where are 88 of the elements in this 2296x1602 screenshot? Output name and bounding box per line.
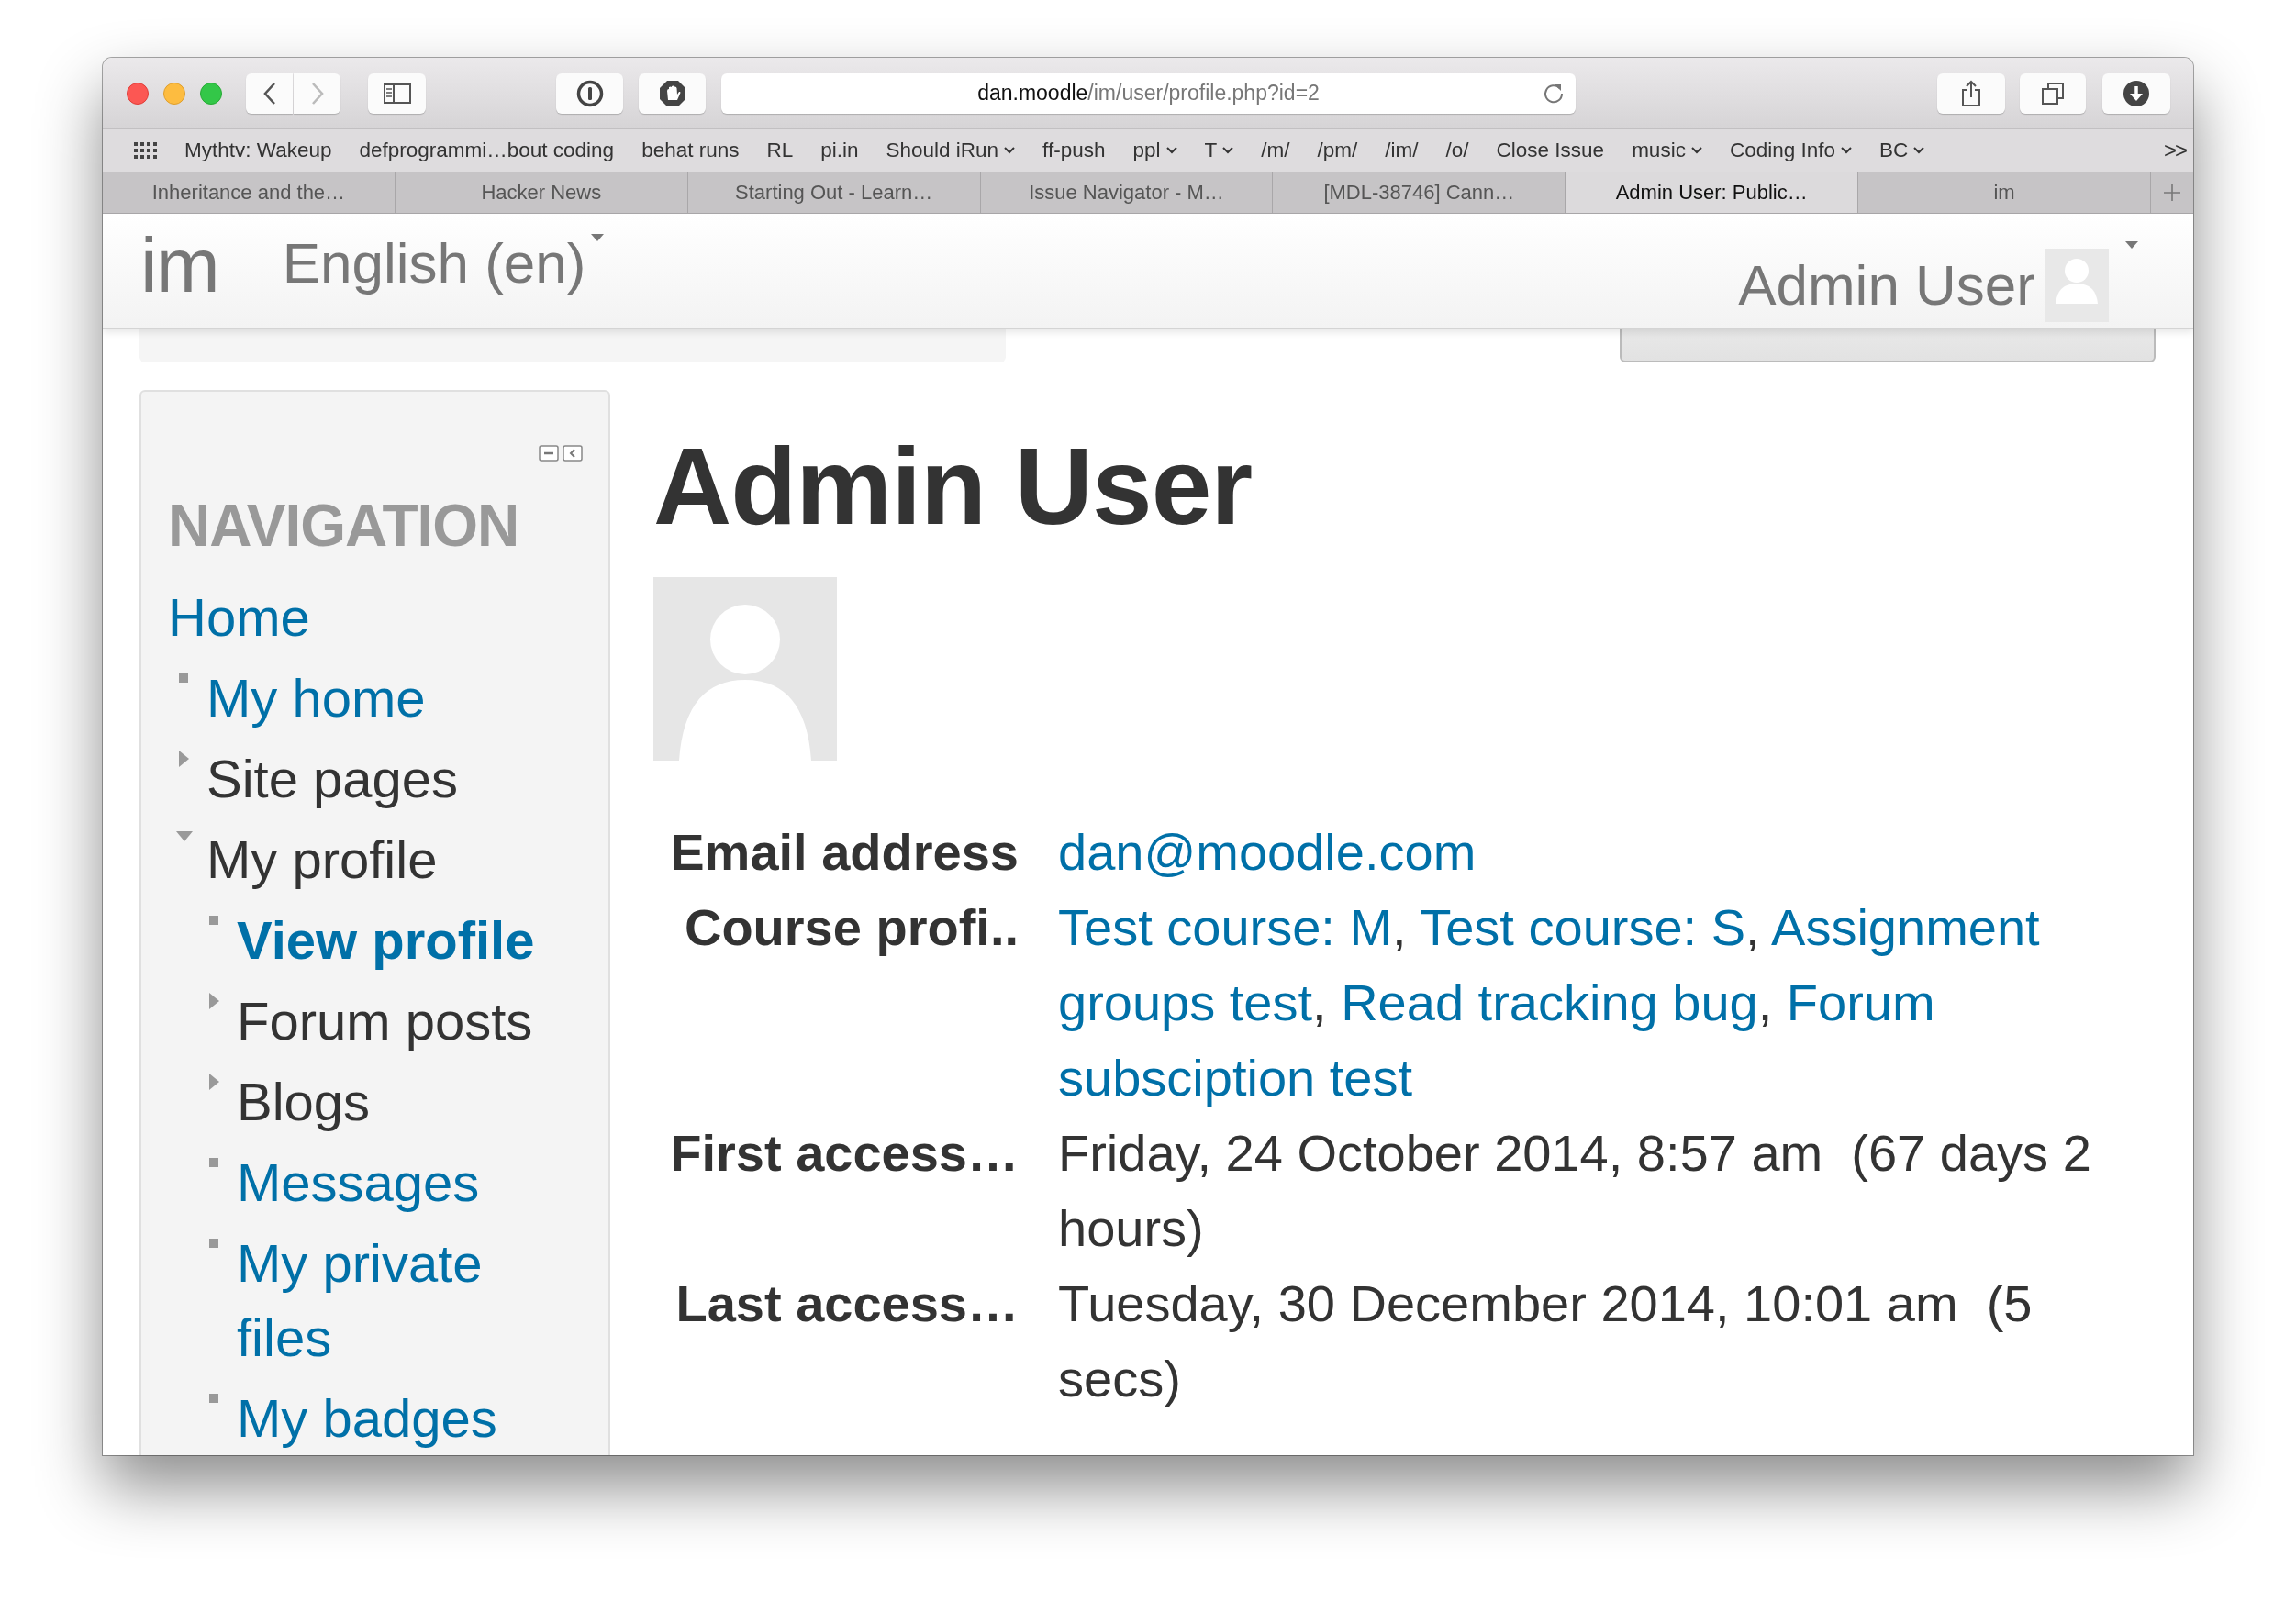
field-label: First access… — [669, 1123, 1019, 1184]
field-value: Friday, 24 October 2014, 8:57 am (67 days 2 hours) — [1058, 1123, 2092, 1259]
browser-tab[interactable]: Issue Navigator - M… — [980, 172, 1274, 213]
field-label: Course profi.. — [683, 897, 1019, 958]
field-label: Last access… — [674, 1274, 1019, 1334]
bookmark-item[interactable]: behat runs — [641, 139, 740, 162]
share-icon — [1960, 79, 1982, 107]
nav-link[interactable]: My home — [206, 661, 426, 735]
chevron-down-icon — [1841, 147, 1852, 154]
collapsed-icon[interactable] — [209, 1074, 219, 1090]
more-bookmarks-button[interactable]: >> — [2163, 138, 2186, 163]
close-button[interactable] — [127, 82, 149, 105]
bookmark-item[interactable]: pi.in — [820, 139, 859, 162]
chevron-down-icon — [1165, 147, 1177, 154]
bullet-icon — [209, 1158, 218, 1167]
nav-item[interactable]: My profile — [206, 822, 438, 896]
bookmark-item[interactable]: /o/ — [1445, 139, 1469, 162]
bookmark-item[interactable]: ppl — [1132, 139, 1177, 162]
chevron-down-icon — [1004, 147, 1016, 154]
dock-icon[interactable] — [563, 445, 583, 462]
field-label: Email address — [669, 822, 1019, 883]
minimize-icon[interactable] — [539, 445, 559, 462]
bookmark-item[interactable]: /im/ — [1385, 139, 1419, 162]
chevron-down-icon — [1913, 147, 1925, 154]
downloads-button[interactable] — [2102, 72, 2170, 114]
hand-icon — [658, 79, 686, 107]
course-list: Test course: M, Test course: S, Assignment groups test, Read tracking bug, Forum subsciption test — [1058, 890, 2147, 1116]
nav-link[interactable]: Home — [168, 580, 310, 654]
nav-item[interactable]: Site pages — [206, 741, 459, 816]
bullet-icon — [179, 673, 188, 683]
block-title: NAVIGATION — [168, 492, 520, 561]
chevron-down-icon — [1222, 147, 1234, 154]
bookmark-item[interactable]: Coding Info — [1729, 139, 1852, 162]
nav-link[interactable]: My badges — [237, 1381, 497, 1455]
field-link[interactable]: dan@moodle.com — [1058, 815, 2147, 890]
bookmark-item[interactable]: defprogrammi…bout coding — [359, 139, 615, 162]
nav-link[interactable]: Messages — [237, 1145, 480, 1219]
nav-link[interactable]: My private files — [237, 1226, 590, 1374]
back-button[interactable] — [246, 72, 293, 114]
bookmark-item[interactable]: /pm/ — [1317, 139, 1358, 162]
bookmark-item[interactable]: ff-push — [1042, 139, 1106, 162]
apps-grid-icon[interactable] — [134, 142, 157, 159]
browser-tab[interactable]: Starting Out - Learn… — [687, 172, 981, 213]
sidebar-icon — [383, 83, 411, 104]
bullet-icon — [209, 916, 218, 925]
sidebar-button[interactable] — [368, 72, 426, 114]
back-icon — [262, 81, 277, 106]
browser-tab[interactable]: im — [1858, 172, 2151, 213]
bullet-icon — [209, 1394, 218, 1403]
caret-icon[interactable] — [2125, 241, 2138, 249]
bookmark-item[interactable]: BC — [1879, 139, 1925, 162]
tabs-button[interactable] — [2020, 72, 2086, 114]
collapsed-icon[interactable] — [179, 751, 189, 767]
expanded-icon[interactable] — [176, 831, 193, 841]
page-title: Admin User — [653, 425, 1254, 549]
bookmark-item[interactable]: Mythtv: Wakeup — [184, 139, 332, 162]
keyhole-icon — [575, 79, 604, 107]
browser-tab[interactable]: Inheritance and the… — [103, 172, 396, 213]
download-icon — [2123, 79, 2150, 107]
address-bar[interactable]: dan.moodle/im/user/profile.php?id=2 — [721, 72, 1576, 114]
nav-link[interactable]: View profile — [237, 903, 535, 977]
plus-icon — [2163, 184, 2181, 202]
share-button[interactable] — [1937, 72, 2005, 114]
browser-tab[interactable]: Admin User: Public… — [1566, 172, 1859, 213]
bookmark-item[interactable]: /m/ — [1261, 139, 1290, 162]
zoom-button[interactable] — [200, 82, 222, 105]
url-text: dan.moodle/im/user/profile.php?id=2 — [977, 81, 1320, 106]
bookmark-item[interactable]: T — [1204, 139, 1234, 162]
collapsed-icon[interactable] — [209, 993, 219, 1009]
bookmark-item[interactable]: music — [1632, 139, 1702, 162]
caret-icon — [591, 234, 605, 241]
bookmark-item[interactable]: Close Issue — [1496, 139, 1605, 162]
tabs-icon — [2041, 81, 2065, 106]
bookmark-item[interactable]: Should iRun — [886, 139, 1016, 162]
site-name[interactable]: im — [140, 221, 218, 309]
language-menu[interactable]: English (en) — [282, 230, 586, 296]
user-menu[interactable]: Admin User — [1738, 252, 2035, 318]
nav-item[interactable]: Forum posts — [237, 984, 533, 1058]
bookmark-item[interactable]: RL — [766, 139, 794, 162]
forward-icon — [309, 81, 325, 106]
reload-icon[interactable] — [1543, 82, 1565, 105]
password-button[interactable] — [556, 72, 623, 114]
bullet-icon — [209, 1239, 218, 1248]
chevron-down-icon — [1690, 147, 1702, 154]
browser-tab[interactable]: Hacker News — [395, 172, 688, 213]
nav-item[interactable]: Blogs — [237, 1064, 371, 1139]
field-value: Tuesday, 30 December 2014, 10:01 am (5 secs) — [1058, 1274, 2034, 1409]
adblock-button[interactable] — [639, 72, 706, 114]
